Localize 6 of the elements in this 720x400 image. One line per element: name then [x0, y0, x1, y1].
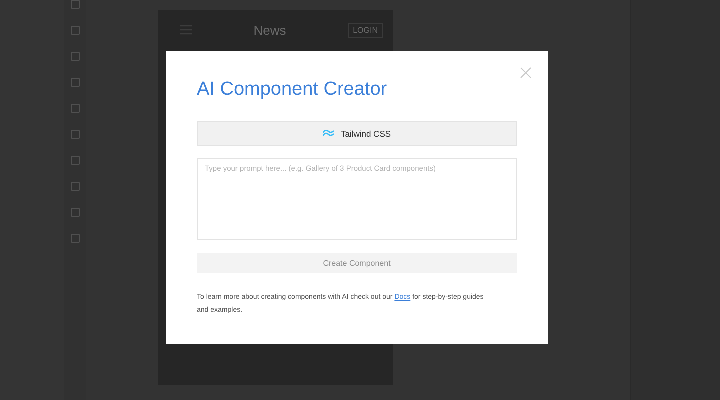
framework-button[interactable]: Tailwind CSS — [197, 121, 517, 146]
modal-title: AI Component Creator — [197, 78, 388, 102]
preview-title: News — [254, 22, 286, 38]
wave-icon — [322, 130, 334, 137]
close-button[interactable] — [520, 67, 532, 79]
login-button[interactable]: LOGIN — [348, 22, 383, 38]
